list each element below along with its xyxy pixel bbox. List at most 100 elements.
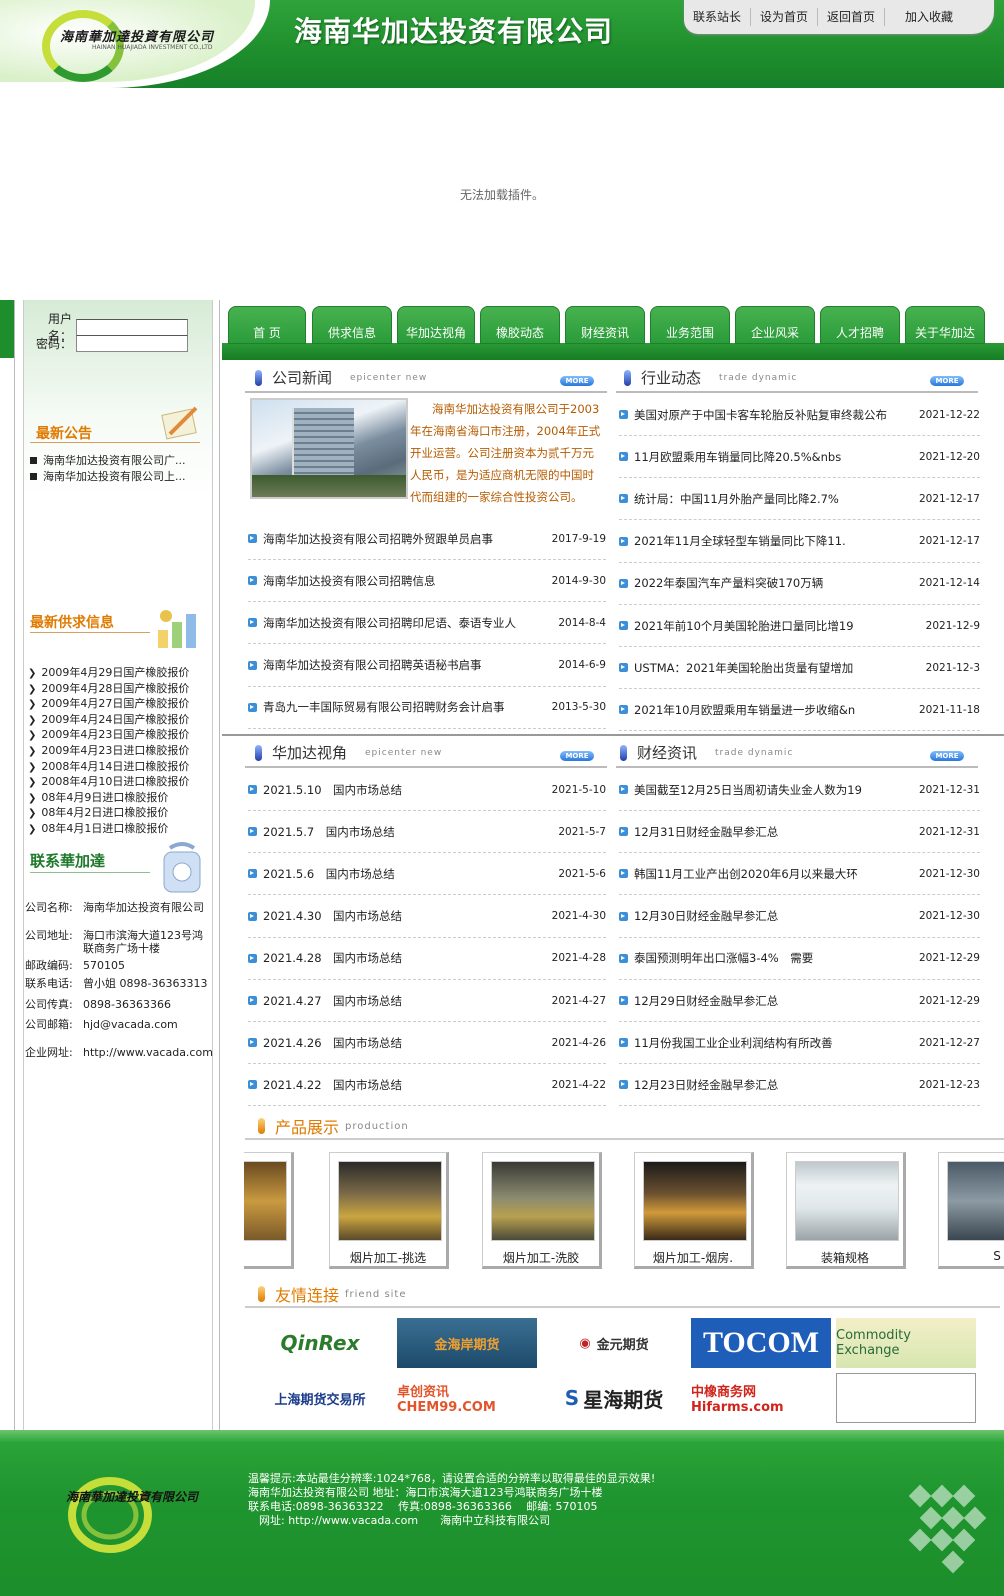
chevron-right-icon: ❯: [28, 761, 37, 773]
friend-link-shfe[interactable]: 上海期货交易所: [250, 1373, 390, 1423]
contact-row: 联系电话: 曾小姐 0898-36363313: [25, 977, 215, 990]
supply-item-label: 2009年4月27日国产橡胶报价: [41, 697, 190, 711]
product-caption[interactable]: 烟片加工-烟房.: [635, 1249, 751, 1266]
supply-item[interactable]: ❯ 2008年4月10日进口橡胶报价: [28, 773, 189, 789]
friend-link-golden-coast[interactable]: 金海岸期货: [397, 1318, 537, 1368]
supply-item-label: 2008年4月10日进口橡胶报价: [41, 775, 190, 789]
friend-link-tocom[interactable]: TOCOM: [691, 1318, 831, 1368]
chevron-right-icon: ❯: [28, 714, 37, 726]
contact-row: 公司传真: 0898-36363366: [25, 998, 215, 1011]
supply-item-label: 2009年4月24日国产橡胶报价: [41, 712, 190, 726]
supply-item[interactable]: ❯ 08年4月1日进口橡胶报价: [28, 820, 168, 836]
product-photo: [795, 1161, 899, 1241]
goldstate-logo-icon: ◉: [579, 1335, 591, 1351]
supply-item[interactable]: ❯ 2009年4月28日国产橡胶报价: [28, 680, 189, 696]
footer-diamond-decoration: [963, 1506, 987, 1530]
bullet-pill-icon: [258, 1286, 265, 1302]
footer-diamond-decoration: [941, 1506, 965, 1530]
site-footer: 海南華加達投資有限公司 温馨提示:本站最佳分辨率:1024*768，请设置合适的…: [0, 1430, 1004, 1596]
footer-diamond-decoration: [930, 1484, 954, 1508]
product-caption[interactable]: 片: [244, 1249, 291, 1266]
products-carousel: 片 烟片加工-挑选 烟片加工-洗胶 烟片加工-烟房. 装箱规格 S: [244, 0, 1004, 1300]
product-card[interactable]: 烟片加工-挑选: [329, 1152, 449, 1269]
contact-value[interactable]: http://www.vacada.com: [83, 1046, 213, 1059]
friend-link-sgx[interactable]: Commodity Exchange: [836, 1318, 976, 1368]
left-edge-decoration: [0, 300, 14, 358]
friend-link-xinghai[interactable]: S 星海期货: [544, 1373, 684, 1423]
friend-link-goldstate[interactable]: ◉ 金元期货: [544, 1318, 684, 1368]
chevron-right-icon: ❯: [28, 808, 37, 820]
product-card[interactable]: 片: [244, 1152, 294, 1269]
contact-value: 0898-36363366: [83, 998, 171, 1011]
product-card[interactable]: S: [938, 1152, 1004, 1269]
supply-item-label: 08年4月2日进口橡胶报价: [41, 806, 169, 820]
supply-item[interactable]: ❯ 2009年4月27日国产橡胶报价: [28, 695, 189, 711]
product-card[interactable]: 烟片加工-洗胶: [482, 1152, 602, 1269]
friends-heading: 友情连接: [275, 1286, 340, 1305]
footer-logo: [68, 1477, 152, 1553]
product-photo: [947, 1161, 1004, 1241]
product-caption[interactable]: S: [939, 1249, 1004, 1263]
product-photo: [491, 1161, 595, 1241]
product-caption[interactable]: 烟片加工-挑选: [330, 1249, 446, 1266]
friends-title: 友情连接 friend site: [258, 1282, 407, 1306]
supply-item-label: 08年4月1日进口橡胶报价: [41, 822, 169, 835]
contact-key: 公司邮箱:: [25, 1018, 73, 1031]
footer-logo-text: 海南華加達投資有限公司: [66, 1490, 199, 1504]
footer-diamond-decoration: [908, 1484, 932, 1508]
friends-subheading: friend site: [345, 1288, 407, 1300]
supply-item[interactable]: ❯ 08年4月2日进口橡胶报价: [28, 804, 168, 820]
password-label: 密码：: [35, 337, 72, 351]
supply-item-label: 2009年4月23日进口橡胶报价: [41, 744, 190, 757]
product-caption[interactable]: 烟片加工-洗胶: [483, 1249, 599, 1266]
footer-diamond-decoration: [952, 1528, 976, 1552]
supply-item-label: 2008年4月14日进口橡胶报价: [41, 759, 190, 773]
product-caption[interactable]: 装箱规格: [787, 1249, 903, 1266]
notice-item[interactable]: 海南华加达投资有限公司上...: [30, 468, 205, 484]
logo-text: 海南華加達投資有限公司: [60, 30, 215, 45]
contact-value: 570105: [83, 959, 125, 972]
product-card[interactable]: 装箱规格: [786, 1152, 906, 1269]
product-card[interactable]: 烟片加工-烟房.: [634, 1152, 754, 1269]
friends-underline: [245, 1306, 1000, 1308]
supply-item[interactable]: ❯ 08年4月9日进口橡胶报价: [28, 789, 168, 805]
notice-pencil-icon: [161, 406, 198, 440]
chevron-right-icon: ❯: [28, 824, 37, 835]
supply-item-label: 2009年4月29日国产橡胶报价: [41, 666, 190, 679]
contact-row: 公司邮箱: hjd@vacada.com: [25, 1018, 215, 1031]
supply-item[interactable]: ❯ 2009年4月23日国产橡胶报价: [28, 726, 189, 742]
supply-item[interactable]: ❯ 2008年4月14日进口橡胶报价: [28, 758, 189, 774]
contact-value[interactable]: hjd@vacada.com: [83, 1018, 208, 1031]
friend-link-broken-image[interactable]: [836, 1373, 976, 1423]
logo-subtext: HAINAN HUAJIADA INVESTMENT CO.,LTD: [92, 44, 213, 51]
password-input[interactable]: [76, 335, 188, 352]
supply-item[interactable]: ❯ 2009年4月29日国产橡胶报价: [28, 664, 189, 680]
contact-key: 联系电话:: [25, 977, 73, 990]
footer-line: 海南华加达投资有限公司 地址：海口市滨海大道123号鸿联商务广场十楼: [248, 1486, 603, 1499]
supply-item[interactable]: ❯ 2009年4月23日进口橡胶报价: [28, 742, 189, 758]
footer-diamond-decoration: [930, 1528, 954, 1552]
username-input[interactable]: [76, 318, 188, 336]
friend-link-hifarms[interactable]: 中橡商务网 Hifarms.com: [691, 1373, 831, 1423]
supply-item-label: 2009年4月23日国产橡胶报价: [41, 728, 190, 742]
notice-title: 最新公告: [36, 426, 92, 442]
contact-key: 公司地址:: [25, 929, 73, 942]
contact-row: 邮政编码: 570105: [25, 959, 215, 972]
contact-divider: [30, 872, 150, 873]
contact-key: 公司传真:: [25, 998, 73, 1011]
contact-phone-icon: [163, 842, 201, 893]
supply-item-label: 08年4月9日进口橡胶报价: [41, 790, 169, 804]
notice-item[interactable]: 海南华加达投资有限公司广...: [30, 452, 205, 468]
contact-title: 联系華加達: [30, 852, 106, 870]
footer-top-band: [0, 1430, 1004, 1442]
friend-link-chem99[interactable]: 卓创资讯 CHEM99.COM: [397, 1373, 537, 1423]
footer-diamond-decoration: [908, 1528, 932, 1552]
supply-item[interactable]: ❯ 2009年4月24日国产橡胶报价: [28, 711, 189, 727]
chevron-right-icon: ❯: [28, 746, 37, 757]
xinghai-logo-icon: S: [564, 1386, 580, 1410]
product-photo: [643, 1161, 747, 1241]
chevron-right-icon: ❯: [28, 683, 37, 695]
contact-key: 企业网址:: [25, 1046, 73, 1059]
contact-value: 海南华加达投资有限公司: [83, 901, 204, 914]
friend-link-qinrex[interactable]: QinRex: [250, 1318, 390, 1368]
